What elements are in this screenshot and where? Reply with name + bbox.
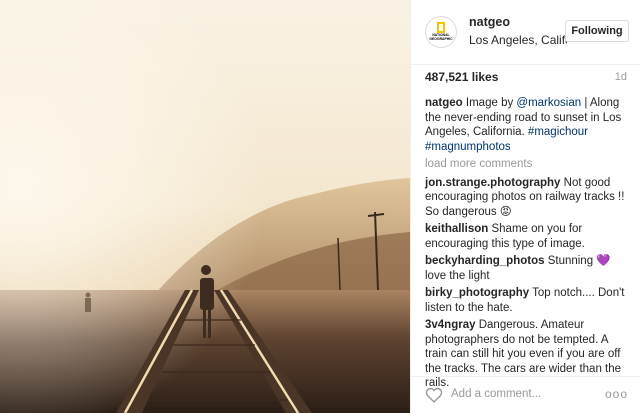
likes-count[interactable]: 487,521 likes [425, 70, 498, 84]
caption: natgeo Image by @markosian | Along the n… [425, 96, 627, 154]
following-button[interactable]: Following [565, 20, 629, 42]
username[interactable]: natgeo [469, 15, 510, 29]
more-options-button[interactable]: ooo [605, 387, 628, 401]
heart-icon[interactable] [425, 387, 443, 403]
mention-link[interactable]: @markosian [516, 97, 581, 109]
comment-username[interactable]: jon.strange.photography [425, 177, 560, 189]
add-comment-input[interactable]: Add a comment... [451, 388, 541, 400]
caption-text-before: Image by [465, 97, 517, 109]
post-photo[interactable] [0, 0, 410, 413]
post-header: NATIONAL GEOGRAPHIC natgeo Los Angeles, … [411, 0, 640, 65]
post-meta: 487,521 likes 1d [425, 70, 627, 84]
hashtag-link[interactable]: #magichour [528, 126, 588, 138]
caption-username[interactable]: natgeo [425, 97, 463, 109]
timestamp[interactable]: 1d [615, 71, 627, 83]
comment-username[interactable]: birky_photography [425, 287, 529, 299]
load-more-comments[interactable]: load more comments [425, 157, 627, 172]
logo-text: NATIONAL GEOGRAPHIC [429, 33, 453, 41]
comment-item: jon.strange.photography Not good encoura… [425, 176, 627, 220]
comment-bar: Add a comment... ooo [411, 376, 640, 413]
location-link[interactable]: Los Angeles, Califo... [469, 33, 567, 47]
natgeo-logo-icon: NATIONAL GEOGRAPHIC [429, 21, 453, 43]
comment-item: keithallison Shame on you for encouragin… [425, 222, 627, 251]
post-side-panel: NATIONAL GEOGRAPHIC natgeo Los Angeles, … [410, 0, 640, 413]
comment-username[interactable]: 3v4ngray [425, 319, 476, 331]
instagram-post: NATIONAL GEOGRAPHIC natgeo Los Angeles, … [0, 0, 640, 413]
comment-item: beckyharding_photos Stunning 💜 love the … [425, 254, 627, 283]
comment-item: birky_photography Top notch.... Don't li… [425, 286, 627, 315]
avatar[interactable]: NATIONAL GEOGRAPHIC [425, 16, 457, 48]
hashtag-link[interactable]: #magnumphotos [425, 141, 511, 153]
railway-sunset-image [0, 0, 410, 413]
comment-username[interactable]: beckyharding_photos [425, 255, 545, 267]
comment-username[interactable]: keithallison [425, 223, 488, 235]
comments-list: natgeo Image by @markosian | Along the n… [425, 96, 627, 394]
